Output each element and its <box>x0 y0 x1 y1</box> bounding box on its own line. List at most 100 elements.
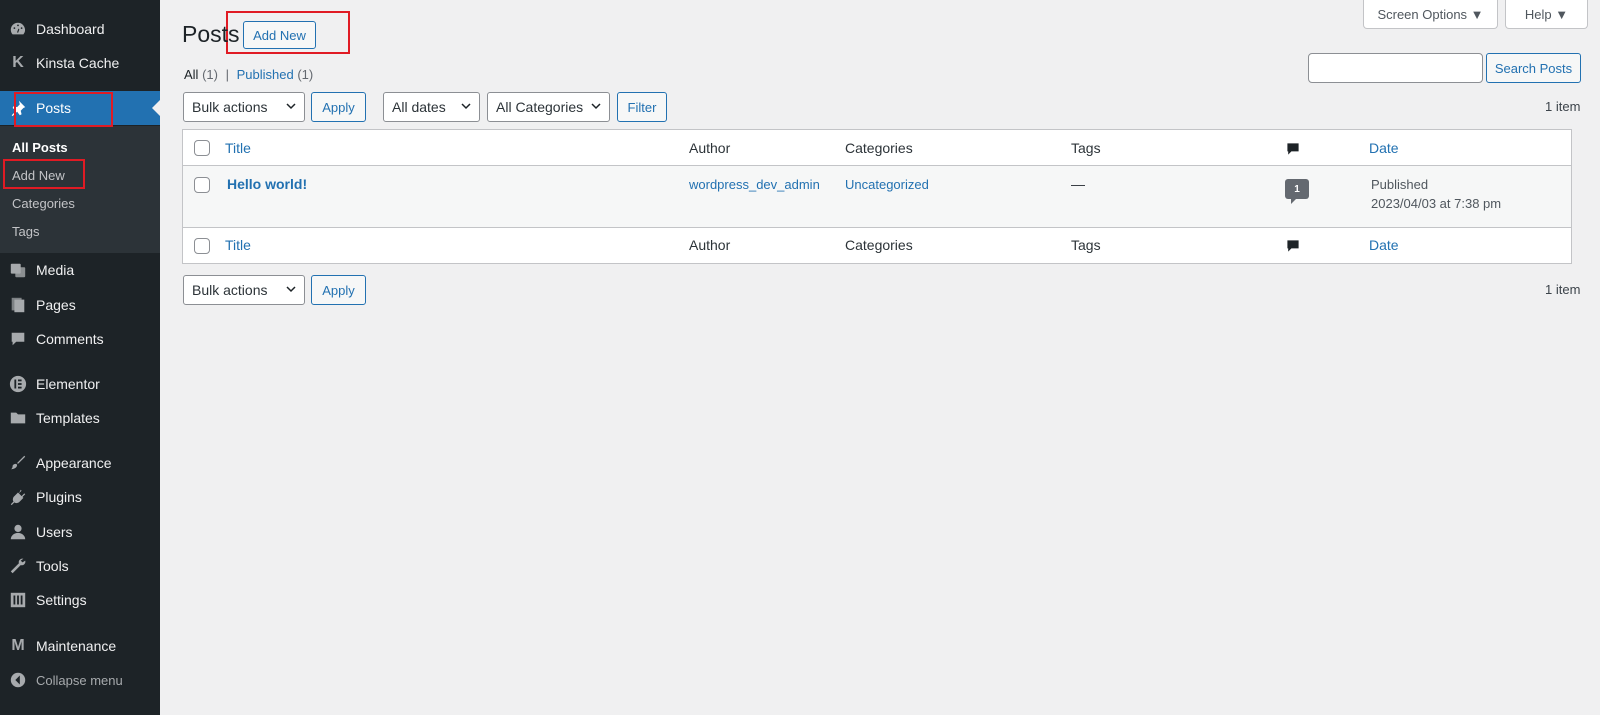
menu-item-plugins[interactable]: Plugins <box>0 480 160 514</box>
brush-icon <box>8 453 28 473</box>
bulk-actions-value: Bulk actions <box>192 99 268 115</box>
main-content: Screen Options ▼ Help ▼ Posts Add New Al… <box>160 0 1600 715</box>
table-row: Hello world! wordpress_dev_admin Uncateg… <box>183 166 1571 227</box>
user-icon <box>8 522 28 542</box>
status-filter-links: All (1) | Published (1) <box>184 67 313 82</box>
bulk-actions-value-bottom: Bulk actions <box>192 282 268 298</box>
menu-item-kinsta-cache[interactable]: K Kinsta Cache <box>0 46 160 80</box>
screen-options-button[interactable]: Screen Options ▼ <box>1363 0 1498 29</box>
chevron-down-icon <box>591 103 601 110</box>
column-categories: Categories <box>845 140 913 156</box>
help-label: Help ▼ <box>1524 6 1569 22</box>
menu-label-kinsta-cache: Kinsta Cache <box>36 55 120 71</box>
filter-all-link[interactable]: All <box>184 67 198 82</box>
menu-label-pages: Pages <box>36 297 76 313</box>
row-checkbox[interactable] <box>194 177 210 193</box>
menu-label-elementor: Elementor <box>36 376 100 392</box>
post-author-link[interactable]: wordpress_dev_admin <box>689 177 820 192</box>
pin-icon <box>8 98 28 118</box>
menu-item-tools[interactable]: Tools <box>0 549 160 583</box>
pages-icon <box>8 295 28 315</box>
elementor-icon <box>8 374 28 394</box>
menu-label-comments: Comments <box>36 331 104 347</box>
select-all-checkbox-footer[interactable] <box>194 238 210 254</box>
apply-button-bottom[interactable]: Apply <box>311 275 366 305</box>
wrench-icon <box>8 556 28 576</box>
menu-item-posts[interactable]: Posts <box>0 91 160 125</box>
filter-separator: | <box>225 67 229 82</box>
footer-author: Author <box>689 237 731 253</box>
add-new-button[interactable]: Add New <box>243 21 316 49</box>
submenu-add-new[interactable]: Add New <box>12 168 65 183</box>
filter-published-count: (1) <box>297 67 314 82</box>
search-input[interactable] <box>1308 53 1483 83</box>
add-new-label: Add New <box>253 27 306 43</box>
comment-column-icon <box>1287 240 1299 252</box>
select-all-checkbox[interactable] <box>194 140 210 156</box>
dashboard-icon <box>8 19 28 39</box>
column-author: Author <box>689 140 731 156</box>
column-date-sort[interactable]: Date <box>1369 140 1399 156</box>
search-posts-button[interactable]: Search Posts <box>1486 53 1581 83</box>
post-tags: — <box>1071 176 1085 192</box>
categories-filter-select[interactable]: All Categories <box>487 92 610 122</box>
menu-item-appearance[interactable]: Appearance <box>0 446 160 480</box>
footer-categories: Categories <box>845 237 913 253</box>
collapse-menu-label: Collapse menu <box>36 672 123 688</box>
menu-label-templates: Templates <box>36 410 100 426</box>
comment-count: 1 <box>1294 183 1300 195</box>
footer-tags: Tags <box>1071 237 1101 253</box>
menu-label-plugins: Plugins <box>36 489 82 505</box>
plug-icon <box>8 487 28 507</box>
menu-label-appearance: Appearance <box>36 455 112 471</box>
apply-label: Apply <box>322 99 355 115</box>
posts-submenu: All Posts Add New Categories Tags <box>0 126 160 253</box>
chevron-down-icon <box>461 103 471 110</box>
post-date: Published 2023/04/03 at 7:38 pm <box>1371 175 1501 213</box>
items-count-bottom: 1 item <box>1545 282 1581 297</box>
menu-label-maintenance: Maintenance <box>36 638 117 654</box>
menu-item-media[interactable]: Media <box>0 253 160 287</box>
filter-published-link[interactable]: Published <box>237 67 294 82</box>
menu-label-posts: Posts <box>36 100 72 116</box>
bulk-actions-select-bottom[interactable]: Bulk actions <box>183 275 305 305</box>
submenu-all-posts[interactable]: All Posts <box>12 140 68 155</box>
menu-label-users: Users <box>36 524 73 540</box>
menu-item-users[interactable]: Users <box>0 515 160 549</box>
post-title-link[interactable]: Hello world! <box>227 176 307 192</box>
comments-icon <box>8 329 28 349</box>
menu-item-maintenance[interactable]: M Maintenance <box>0 629 160 663</box>
posts-table: Title Author Categories Tags Date Hello … <box>182 129 1572 264</box>
filter-all-count: (1) <box>202 67 218 82</box>
footer-date-sort[interactable]: Date <box>1369 237 1399 253</box>
post-category-link[interactable]: Uncategorized <box>845 177 929 192</box>
menu-item-dashboard[interactable]: Dashboard <box>0 12 160 46</box>
page-title: Posts <box>182 21 240 47</box>
folder-icon <box>8 408 28 428</box>
footer-title-sort[interactable]: Title <box>225 237 251 253</box>
all-categories-value: All Categories <box>496 99 584 115</box>
menu-item-settings[interactable]: Settings <box>0 583 160 617</box>
submenu-categories[interactable]: Categories <box>12 196 75 211</box>
menu-label-tools: Tools <box>36 558 69 574</box>
collapse-menu-button[interactable]: Collapse menu <box>0 663 160 697</box>
apply-button-top[interactable]: Apply <box>311 92 366 122</box>
all-dates-value: All dates <box>392 99 446 115</box>
table-footer: Title Author Categories Tags Date <box>183 227 1571 263</box>
column-title-sort[interactable]: Title <box>225 140 251 156</box>
submenu-tags[interactable]: Tags <box>12 224 39 239</box>
dates-filter-select[interactable]: All dates <box>383 92 480 122</box>
comment-count-bubble[interactable]: 1 <box>1285 179 1309 204</box>
menu-item-elementor[interactable]: Elementor <box>0 367 160 401</box>
help-button[interactable]: Help ▼ <box>1505 0 1588 29</box>
maintenance-icon: M <box>11 637 25 654</box>
items-count-top: 1 item <box>1545 99 1581 114</box>
menu-item-comments[interactable]: Comments <box>0 322 160 356</box>
menu-item-templates[interactable]: Templates <box>0 401 160 435</box>
menu-item-pages[interactable]: Pages <box>0 288 160 322</box>
bulk-actions-select-top[interactable]: Bulk actions <box>183 92 305 122</box>
collapse-icon <box>8 670 28 690</box>
search-posts-label: Search Posts <box>1494 60 1573 76</box>
filter-button[interactable]: Filter <box>617 92 667 122</box>
menu-label-settings: Settings <box>36 592 87 608</box>
